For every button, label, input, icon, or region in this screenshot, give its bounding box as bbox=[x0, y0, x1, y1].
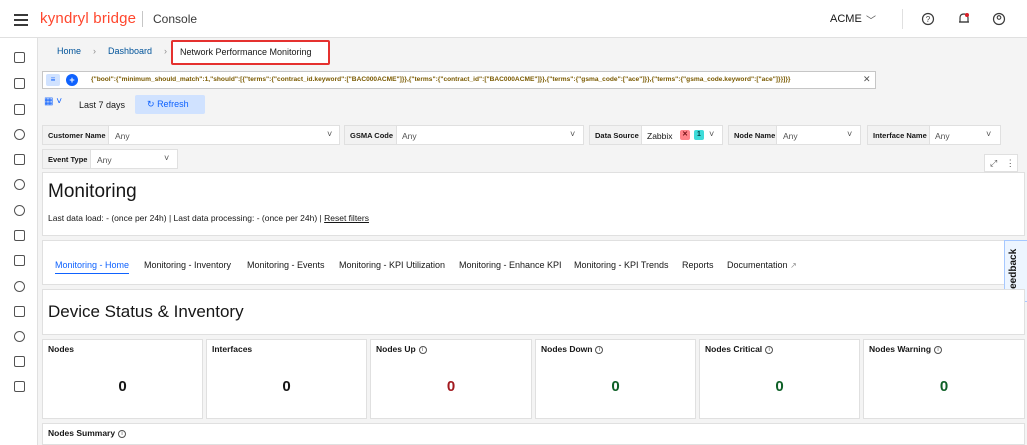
chevron-right-icon: › bbox=[164, 46, 168, 56]
home-icon[interactable] bbox=[14, 52, 25, 63]
nodes-summary-panel: Nodes Summary i bbox=[42, 423, 1025, 445]
launch-icon[interactable] bbox=[14, 104, 25, 115]
kpi-tile-nodes-down: Nodes Down i 0 bbox=[535, 339, 696, 419]
divider bbox=[902, 9, 903, 29]
overflow-menu-icon[interactable]: ⋮ bbox=[1006, 158, 1015, 168]
monitoring-header: Monitoring Last data load: - (once per 2… bbox=[42, 172, 1025, 236]
chevron-down-icon: ˅ bbox=[164, 153, 170, 163]
breadcrumb-current: Network Performance Monitoring bbox=[171, 40, 330, 65]
chevron-down-icon: ˅ bbox=[847, 129, 853, 139]
kpi-tile-nodes-critical: Nodes Critical i 0 bbox=[699, 339, 860, 419]
building-icon[interactable] bbox=[14, 356, 25, 367]
svg-text:?: ? bbox=[926, 15, 931, 24]
kpi-tile-nodes-warning: Nodes Warning i 0 bbox=[863, 339, 1025, 419]
customer-name-filter[interactable]: Customer Name Any ˅ bbox=[42, 125, 340, 145]
query-filter-bar: ≡ + {"bool":{"minimum_should_match":1,"s… bbox=[42, 71, 876, 89]
reset-filters-link[interactable]: Reset filters bbox=[324, 213, 369, 223]
tab-monitoring-inventory[interactable]: Monitoring - Inventory bbox=[144, 260, 231, 270]
kpi-value: 0 bbox=[282, 378, 291, 395]
tab-reports[interactable]: Reports bbox=[682, 260, 714, 270]
query-pill[interactable]: {"bool":{"minimum_should_match":1,"shoul… bbox=[91, 76, 861, 83]
settings-icon[interactable] bbox=[14, 331, 25, 342]
page-title: Monitoring bbox=[48, 181, 137, 202]
kpi-tile-nodes: Nodes 0 bbox=[42, 339, 203, 419]
divider bbox=[142, 11, 143, 27]
alert-icon[interactable] bbox=[14, 281, 25, 292]
tab-documentation[interactable]: Documentation ↗ bbox=[727, 260, 797, 270]
chevron-down-icon: ˅ bbox=[327, 129, 333, 139]
card-icon[interactable] bbox=[14, 381, 25, 392]
favorite-icon[interactable] bbox=[14, 129, 25, 140]
notification-icon[interactable] bbox=[957, 12, 971, 26]
chat-icon[interactable] bbox=[14, 255, 25, 266]
info-icon[interactable]: i bbox=[934, 345, 943, 354]
top-bar: kyndryl bridge Console ACME ﹀ ? bbox=[0, 0, 1027, 38]
kpi-value: 0 bbox=[939, 378, 949, 395]
apps-icon[interactable] bbox=[14, 154, 25, 165]
info-icon[interactable]: i bbox=[595, 345, 604, 354]
gsma-code-filter[interactable]: GSMA Code Any ˅ bbox=[344, 125, 584, 145]
cloud-icon[interactable] bbox=[14, 179, 25, 190]
kpi-value: 0 bbox=[446, 378, 456, 395]
panel-tools: ⤢ ⋮ bbox=[984, 154, 1018, 172]
calendar-icon[interactable]: ▦ ˅ bbox=[44, 96, 72, 114]
side-nav bbox=[0, 38, 38, 445]
close-icon[interactable]: ✕ bbox=[863, 74, 871, 85]
filter-options-icon[interactable]: ≡ bbox=[46, 74, 60, 86]
tab-bar: Monitoring - Home Monitoring - Inventory… bbox=[42, 240, 1025, 285]
kpi-value: 0 bbox=[775, 378, 784, 395]
tab-monitoring-events[interactable]: Monitoring - Events bbox=[247, 260, 325, 270]
chevron-down-icon: ˅ bbox=[570, 129, 576, 139]
tab-monitoring-kpi-trends[interactable]: Monitoring - KPI Trends bbox=[574, 260, 669, 270]
selection-count-badge: 1 bbox=[694, 130, 704, 140]
tab-monitoring-kpi-utilization[interactable]: Monitoring - KPI Utilization bbox=[339, 260, 445, 270]
chevron-down-icon: ˅ bbox=[986, 129, 992, 139]
info-icon[interactable]: i bbox=[765, 345, 774, 354]
interface-name-filter[interactable]: Interface Name Any ˅ bbox=[867, 125, 1001, 145]
section-header: Device Status & Inventory bbox=[42, 289, 1025, 335]
tab-monitoring-enhance-kpi[interactable]: Monitoring - Enhance KPI bbox=[459, 260, 562, 270]
breadcrumb-dashboard[interactable]: Dashboard bbox=[108, 46, 152, 56]
expand-icon[interactable]: ⤢ bbox=[990, 158, 997, 168]
brand-logo[interactable]: kyndryl bridge bbox=[40, 10, 136, 27]
breadcrumb-home[interactable]: Home bbox=[57, 46, 81, 56]
kpi-value: 0 bbox=[118, 378, 127, 395]
node-name-filter[interactable]: Node Name Any ˅ bbox=[728, 125, 861, 145]
kpi-tile-nodes-up: Nodes Up i 0 bbox=[370, 339, 532, 419]
clear-selection-icon[interactable]: ✕ bbox=[680, 130, 690, 140]
section-title: Device Status & Inventory bbox=[48, 302, 244, 321]
kpi-tile-interfaces: Interfaces 0 bbox=[206, 339, 367, 419]
time-range[interactable]: Last 7 days bbox=[79, 100, 125, 110]
add-filter-icon[interactable]: + bbox=[66, 74, 78, 86]
help-icon[interactable]: ? bbox=[921, 12, 935, 26]
info-icon[interactable]: i bbox=[118, 429, 127, 438]
data-source-filter[interactable]: Data Source Zabbix ✕ 1 ˅ bbox=[589, 125, 723, 145]
chevron-down-icon[interactable]: ﹀ bbox=[866, 12, 876, 27]
dashboard-icon[interactable] bbox=[14, 78, 25, 89]
info-icon[interactable]: i bbox=[418, 345, 427, 354]
kpi-value: 0 bbox=[611, 378, 620, 395]
refresh-icon: ↻ bbox=[147, 99, 155, 109]
menu-icon[interactable] bbox=[14, 11, 28, 27]
tag-icon[interactable] bbox=[14, 306, 25, 317]
refresh-button[interactable]: ↻ Refresh bbox=[135, 95, 205, 114]
chevron-down-icon: ˅ bbox=[709, 129, 715, 139]
org-switcher[interactable]: ACME bbox=[830, 13, 862, 25]
user-avatar-icon[interactable] bbox=[992, 12, 1006, 26]
event-type-filter[interactable]: Event Type Any ˅ bbox=[42, 149, 178, 169]
breadcrumb: Home › Dashboard › bbox=[57, 46, 179, 56]
chevron-right-icon: › bbox=[93, 46, 97, 56]
search-icon[interactable] bbox=[14, 205, 25, 216]
calendar-icon[interactable] bbox=[14, 230, 25, 241]
tab-monitoring-home[interactable]: Monitoring - Home bbox=[55, 260, 130, 274]
console-label: Console bbox=[153, 12, 198, 26]
external-link-icon: ↗ bbox=[790, 261, 797, 270]
data-load-info: Last data load: - (once per 24h) | Last … bbox=[48, 213, 369, 223]
